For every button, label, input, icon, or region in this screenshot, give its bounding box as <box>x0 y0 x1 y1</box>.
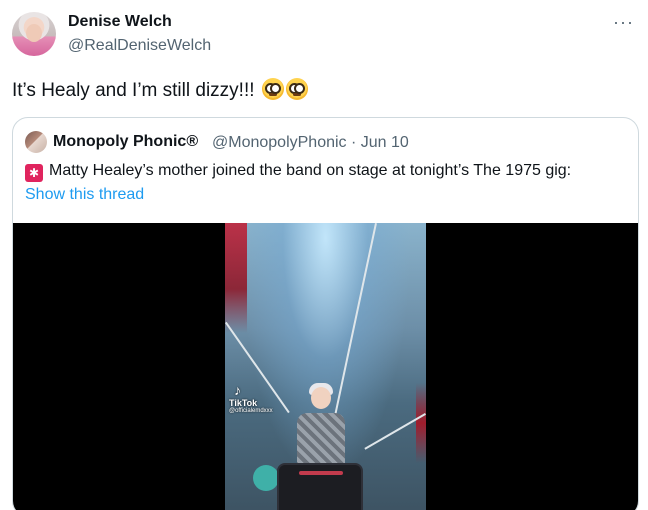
flushed-face-icon <box>261 78 284 100</box>
tweet-text-body: It’s Healy and I’m still dizzy!!! <box>12 80 255 101</box>
police-siren-icon: ✱ <box>25 164 43 182</box>
phone-camera <box>299 471 343 475</box>
tiktok-logo-icon: ♪ <box>234 382 241 398</box>
audience-phone <box>277 463 363 510</box>
performer-head <box>311 387 331 409</box>
quoted-author-meta[interactable]: @MonopolyPhonic · Jun 10 <box>212 134 409 152</box>
tweet-text: It’s Healy and I’m still dizzy!!! <box>12 78 308 103</box>
audience-member <box>253 465 279 491</box>
rig-cable <box>333 223 377 420</box>
stage-light <box>225 223 247 333</box>
tweet: Denise Welch @RealDeniseWelch ··· It’s H… <box>0 0 648 510</box>
tiktok-watermark: ♪ TikTok @officialemdxxx <box>229 383 273 414</box>
stage-light <box>416 383 426 463</box>
flushed-face-icon <box>285 78 308 100</box>
media-container[interactable]: ♪ TikTok @officialemdxxx <box>13 223 638 510</box>
quoted-tweet-text: ✱ Matty Healey’s mother joined the band o… <box>25 160 571 182</box>
quoted-tweet[interactable]: Monopoly Phonic® @MonopolyPhonic · Jun 1… <box>12 117 639 510</box>
more-options-icon[interactable]: ··· <box>613 12 634 33</box>
tiktok-brand: TikTok <box>229 398 258 408</box>
quoted-text-body: Matty Healey’s mother joined the band on… <box>49 162 572 179</box>
quoted-author-avatar[interactable] <box>25 131 47 153</box>
concert-video[interactable]: ♪ TikTok @officialemdxxx <box>225 223 426 510</box>
tiktok-username: @officialemdxxx <box>229 408 273 414</box>
avatar-face <box>26 24 42 42</box>
show-thread-link[interactable]: Show this thread <box>25 186 144 204</box>
author-name[interactable]: Denise Welch <box>68 13 172 31</box>
author-avatar[interactable] <box>12 12 56 56</box>
quoted-author-name[interactable]: Monopoly Phonic® <box>53 133 198 151</box>
author-handle[interactable]: @RealDeniseWelch <box>68 37 211 55</box>
